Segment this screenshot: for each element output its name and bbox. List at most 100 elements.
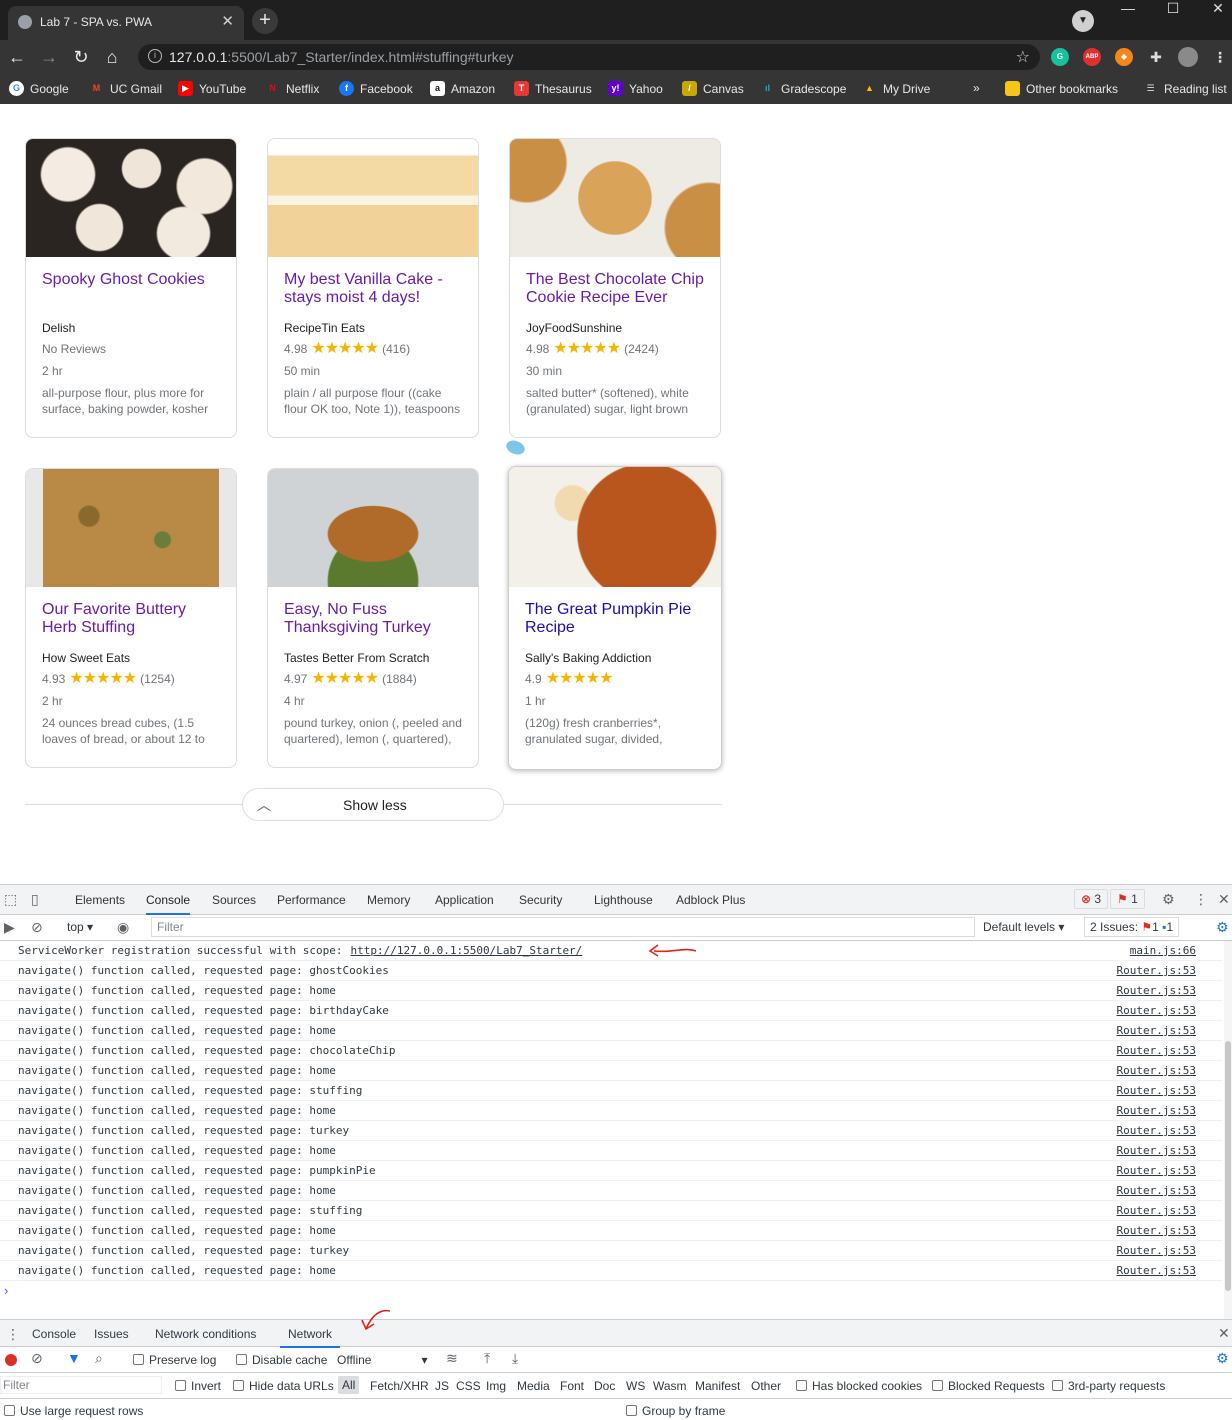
grammarly-icon[interactable]: G (1051, 48, 1069, 66)
tab-adblock-plus[interactable]: Adblock Plus (676, 893, 745, 907)
source-link[interactable]: Router.js:53 (1117, 1181, 1196, 1201)
source-link[interactable]: Router.js:53 (1117, 1261, 1196, 1281)
maximize-icon[interactable]: ☐ (1153, 0, 1193, 16)
source-link[interactable]: Router.js:53 (1117, 1101, 1196, 1121)
bookmark-gradescope[interactable]: ıl Gradescope (760, 81, 846, 96)
tab-console[interactable]: Console (146, 893, 191, 915)
source-link[interactable]: Router.js:53 (1117, 1021, 1196, 1041)
source-link[interactable]: Router.js:53 (1117, 1041, 1196, 1061)
drawer-tab-network-conditions[interactable]: Network conditions (155, 1327, 256, 1341)
browser-tab[interactable]: Lab 7 - SPA vs. PWA ✕ (8, 6, 244, 40)
tab-performance[interactable]: Performance (277, 893, 346, 907)
source-link[interactable]: Router.js:53 (1117, 1121, 1196, 1141)
scope-link[interactable]: http://127.0.0.1:5500/Lab7_Starter/ (351, 944, 583, 957)
bookmark-canvas[interactable]: / Canvas (682, 81, 744, 96)
export-icon[interactable]: ⤓ (512, 1350, 518, 1367)
tab-security[interactable]: Security (519, 893, 562, 907)
bookmark-google[interactable]: G Google (9, 81, 69, 96)
large-rows-checkbox[interactable]: Use large request rows (4, 1404, 143, 1418)
home-icon[interactable]: ⌂ (101, 46, 123, 68)
bookmark-star-icon[interactable]: ☆ (1016, 47, 1030, 67)
network-filter-input[interactable]: Filter (0, 1376, 162, 1394)
blocked-requests-checkbox[interactable]: Blocked Requests (932, 1379, 1045, 1393)
recipe-card-focused[interactable]: The Great Pumpkin Pie Recipe Sally's Bak… (508, 466, 722, 770)
import-icon[interactable]: ⤒ (484, 1350, 490, 1367)
source-link[interactable]: Router.js:53 (1117, 1221, 1196, 1241)
source-link[interactable]: Router.js:53 (1117, 1161, 1196, 1181)
recipe-card[interactable]: Easy, No Fuss Thanksgiving Turkey Tastes… (267, 468, 479, 768)
recipe-title[interactable]: My best Vanilla Cake - stays moist 4 day… (284, 271, 462, 319)
bookmark-facebook[interactable]: f Facebook (339, 81, 413, 96)
type-filter-fetch-xhr[interactable]: Fetch/XHR (370, 1379, 429, 1393)
disable-cache-checkbox[interactable]: Disable cache (236, 1353, 327, 1367)
record-icon[interactable] (5, 1354, 17, 1366)
recipe-card[interactable]: Spooky Ghost Cookies Delish No Reviews 2… (25, 138, 237, 438)
new-tab-button[interactable]: + (252, 8, 278, 34)
third-party-checkbox[interactable]: 3rd-party requests (1052, 1379, 1165, 1393)
bookmark-thesaurus[interactable]: T Thesaurus (514, 81, 592, 96)
source-link[interactable]: Router.js:53 (1117, 1141, 1196, 1161)
source-link[interactable]: Router.js:53 (1117, 1201, 1196, 1221)
tab-application[interactable]: Application (435, 893, 494, 907)
issues-counter[interactable]: 2 Issues: ⚑1 ▪1 (1084, 917, 1180, 937)
more-options-icon[interactable]: ⋮ (1194, 891, 1208, 908)
bookmark-uc-gmail[interactable]: M UC Gmail (89, 81, 162, 96)
warning-count-badge[interactable]: ⚑ 1 (1110, 889, 1145, 909)
bookmark-amazon[interactable]: a Amazon (430, 81, 495, 96)
console-prompt[interactable]: › (0, 1281, 1222, 1303)
tab-elements[interactable]: Elements (75, 893, 125, 907)
recipe-title[interactable]: Spooky Ghost Cookies (42, 271, 220, 319)
sidebar-toggle-icon[interactable]: ▶ (4, 919, 15, 936)
recipe-card[interactable]: My best Vanilla Cake - stays moist 4 day… (267, 138, 479, 438)
metamask-icon[interactable]: ◆ (1115, 48, 1133, 66)
source-link[interactable]: main.js:66 (1130, 941, 1196, 961)
reload-icon[interactable]: ↻ (70, 46, 92, 68)
type-filter-font[interactable]: Font (560, 1379, 584, 1393)
type-filter-manifest[interactable]: Manifest (695, 1379, 740, 1393)
type-filter-ws[interactable]: WS (626, 1379, 645, 1393)
back-icon[interactable]: ← (6, 46, 28, 68)
wifi-settings-icon[interactable]: ≋ (446, 1350, 458, 1367)
recipe-card[interactable]: The Best Chocolate Chip Cookie Recipe Ev… (509, 138, 721, 438)
minimize-icon[interactable]: — (1108, 0, 1148, 16)
source-link[interactable]: Router.js:53 (1117, 961, 1196, 981)
forward-icon[interactable]: → (38, 46, 60, 68)
preserve-log-checkbox[interactable]: Preserve log (133, 1353, 216, 1367)
bookmark-yahoo[interactable]: y! Yahoo (608, 81, 663, 96)
bookmark-youtube[interactable]: ▶ YouTube (178, 81, 246, 96)
extensions-puzzle-icon[interactable]: ✚ (1147, 48, 1165, 66)
recipe-title[interactable]: The Great Pumpkin Pie Recipe (525, 601, 705, 649)
tab-search-icon[interactable]: ▼ (1072, 10, 1094, 32)
type-filter-media[interactable]: Media (517, 1379, 550, 1393)
filter-funnel-icon[interactable]: ▼ (67, 1350, 81, 1366)
type-filter-other[interactable]: Other (751, 1379, 781, 1393)
address-bar[interactable]: i 127.0.0.1:5500/Lab7_Starter/index.html… (138, 44, 1040, 70)
console-scrollbar[interactable] (1224, 941, 1232, 1321)
avatar[interactable] (1178, 47, 1198, 67)
tab-lighthouse[interactable]: Lighthouse (594, 893, 653, 907)
drawer-tab-console[interactable]: Console (32, 1327, 76, 1341)
clear-icon[interactable]: ⊘ (31, 1350, 43, 1367)
recipe-title[interactable]: Our Favorite Buttery Herb Stuffing (42, 601, 220, 649)
recipe-card[interactable]: Our Favorite Buttery Herb Stuffing How S… (25, 468, 237, 768)
clear-console-icon[interactable]: ⊘ (31, 919, 43, 936)
drawer-menu-icon[interactable]: ⋮ (6, 1326, 20, 1343)
info-icon[interactable]: i (148, 49, 162, 63)
source-link[interactable]: Router.js:53 (1117, 1001, 1196, 1021)
console-settings-icon[interactable]: ⚙ (1216, 919, 1229, 936)
error-count-badge[interactable]: ⊗ 3 (1074, 889, 1109, 909)
source-link[interactable]: Router.js:53 (1117, 1061, 1196, 1081)
drawer-tab-network[interactable]: Network (280, 1327, 341, 1348)
recipe-title[interactable]: The Best Chocolate Chip Cookie Recipe Ev… (526, 271, 704, 319)
console-filter-input[interactable]: Filter (151, 917, 975, 937)
eye-icon[interactable]: ◉ (117, 919, 129, 936)
context-selector[interactable]: top ▾ (67, 920, 93, 934)
tab-sources[interactable]: Sources (212, 893, 256, 907)
search-icon[interactable]: ⌕ (95, 1350, 103, 1367)
hide-data-urls-checkbox[interactable]: Hide data URLs (233, 1379, 334, 1393)
close-drawer-icon[interactable]: ✕ (1218, 1325, 1230, 1342)
type-filter-css[interactable]: CSS (456, 1379, 481, 1393)
reading-list[interactable]: ☰ Reading list (1143, 81, 1226, 96)
recipe-title[interactable]: Easy, No Fuss Thanksgiving Turkey (284, 601, 462, 649)
type-filter-img[interactable]: Img (486, 1379, 506, 1393)
